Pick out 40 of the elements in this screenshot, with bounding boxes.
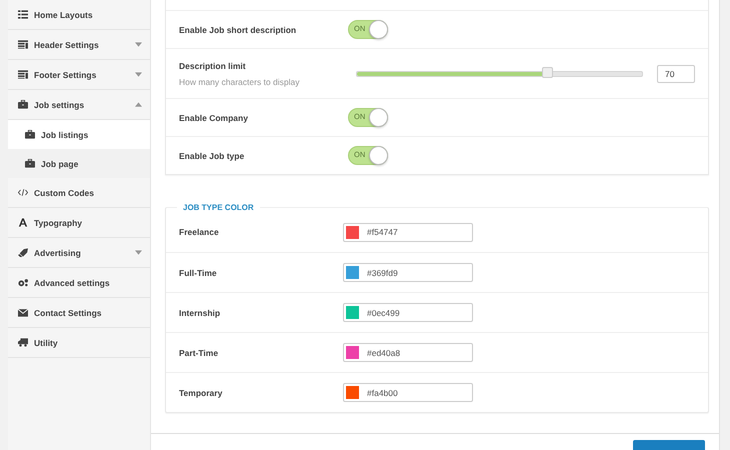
briefcase-icon <box>18 100 28 109</box>
sidebar-item[interactable]: Home Layouts <box>8 0 150 30</box>
letter-icon <box>18 218 28 227</box>
briefcase-icon <box>25 130 35 139</box>
briefcase-icon <box>25 159 35 168</box>
setting-label: Enable Job short description <box>179 24 298 34</box>
layout-icon <box>18 40 28 49</box>
sidebar-item[interactable]: Typography <box>8 208 150 238</box>
setting-label: Internship <box>179 308 222 318</box>
sidebar-item[interactable]: Footer Settings <box>8 60 150 90</box>
sidebar-subitem[interactable]: Job page <box>8 149 150 178</box>
sidebar-item[interactable]: Custom Codes <box>8 178 150 208</box>
slider-handle[interactable] <box>542 66 553 78</box>
setting-label: Enable Job type <box>179 150 246 160</box>
sidebar-item[interactable]: Utility <box>8 328 150 358</box>
color-field[interactable]: #ed40a8 <box>343 343 473 362</box>
number-input[interactable]: 70 <box>657 64 695 82</box>
sidebar-item[interactable]: Advertising <box>8 238 150 268</box>
setting-label: Freelance <box>179 227 220 237</box>
truck-icon <box>18 338 28 347</box>
setting-label: Temporary <box>179 388 224 398</box>
color-field[interactable]: #fa4b00 <box>343 383 473 402</box>
setting-label: Description limit <box>179 60 247 70</box>
color-field[interactable]: #0ec499 <box>343 303 473 322</box>
envelope-icon <box>18 308 28 317</box>
setting-label: Full-Time <box>179 268 218 278</box>
section-legend: JOB TYPE COLOR <box>177 203 260 212</box>
sidebar-item[interactable]: Advanced settings <box>8 268 150 298</box>
color-field[interactable]: #369fd9 <box>343 263 473 282</box>
color-field[interactable]: #f54747 <box>343 222 473 242</box>
setting-label: Part-Time <box>179 348 220 358</box>
primary-button[interactable] <box>633 440 705 450</box>
setting-label: Enable Company <box>179 112 249 122</box>
sidebar-item[interactable]: Contact Settings <box>8 298 150 328</box>
sidebar-subitem[interactable]: Job listings <box>8 120 150 149</box>
layout-icon <box>18 70 28 79</box>
list-icon <box>18 10 28 19</box>
code-icon <box>18 188 28 197</box>
setting-hint: How many characters to display <box>179 76 300 86</box>
sidebar-item[interactable]: Header Settings <box>8 30 150 60</box>
